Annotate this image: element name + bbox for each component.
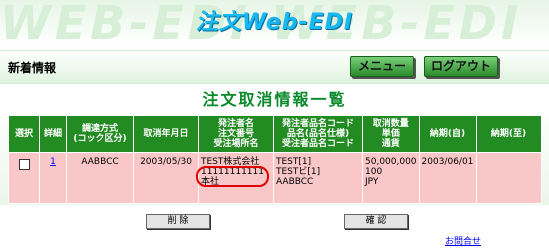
procurement-cell: AABBCC	[66, 152, 134, 204]
header-banner: WEB-EDI WEB-EDI 注文Web-EDI	[0, 0, 549, 44]
header-procurement: 調達方式 (コック区分)	[66, 115, 134, 153]
app-title: 注文Web-EDI	[195, 10, 354, 35]
cancel-quantity: 50,000,000	[365, 157, 417, 167]
unit-price: 100	[365, 167, 383, 177]
table-row: 1 AABBCC 2003/05/30 TEST株式会社 11111111111…	[8, 152, 542, 204]
section-label: 新着情報	[8, 61, 57, 75]
header-product-line1: 発注者品名コード	[281, 119, 354, 129]
menu-button[interactable]: メニュー	[350, 56, 414, 77]
confirm-button[interactable]: 確 認	[344, 214, 408, 229]
header-orderer-line2: 注文番号	[217, 129, 254, 139]
header-detail: 詳細	[39, 115, 67, 153]
detail-cell: 1	[39, 152, 67, 204]
receiver-product-code: AABBCC	[276, 177, 314, 187]
select-cell	[8, 152, 40, 204]
header-procurement-line1: 調達方式	[81, 124, 118, 134]
header-qty-line1: 取消数量	[372, 119, 409, 129]
cancel-date-cell: 2003/05/30	[133, 152, 199, 204]
header-qty-line3: 通貨	[381, 139, 400, 149]
delete-button[interactable]: 削 除	[146, 214, 210, 229]
receiving-place: 本社	[201, 177, 220, 187]
header-qty-line2: 単価	[381, 129, 400, 139]
delivery-to-cell	[475, 152, 542, 204]
product-cell: TEST[1] TESTビ[1] AABBCC	[273, 152, 363, 204]
orderer-cell: TEST株式会社 11111111111 本社	[198, 152, 274, 204]
row-select-checkbox[interactable]	[18, 159, 30, 170]
currency: JPY	[365, 177, 379, 187]
header-product-line2: 品名(品名仕様)	[286, 129, 350, 139]
table-header-row: 選択 詳細 調達方式 (コック区分) 取消年月日 発注者名 注文番号 受注場所名…	[8, 115, 542, 153]
quantity-cell: 50,000,000 100 JPY	[362, 152, 420, 204]
detail-link[interactable]: 1	[50, 157, 56, 167]
header-cancel-date: 取消年月日	[133, 115, 199, 153]
header-orderer: 発注者名 注文番号 受注場所名	[198, 115, 274, 153]
header-delivery-from: 納期(自)	[418, 115, 477, 153]
header-quantity: 取消数量 単価 通貨	[362, 115, 420, 153]
contact-link[interactable]: お問合せ	[445, 234, 481, 247]
product-code: TEST[1]	[276, 157, 312, 167]
header-select: 選択	[8, 115, 40, 153]
navigation-bar: 新着情報 メニュー ログアウト	[0, 50, 549, 84]
header-product: 発注者品名コード 品名(品名仕様) 受注者品名コード	[273, 115, 363, 153]
header-orderer-line1: 発注者名	[217, 119, 254, 129]
cancellation-table: 選択 詳細 調達方式 (コック区分) 取消年月日 発注者名 注文番号 受注場所名…	[8, 115, 542, 204]
delivery-from-cell: 2003/06/01	[418, 152, 477, 204]
header-delivery-to: 納期(至)	[475, 115, 542, 153]
header-procurement-line2: (コック区分)	[73, 134, 127, 144]
product-name: TESTビ[1]	[276, 167, 321, 177]
order-number: 11111111111	[201, 167, 264, 177]
header-product-line3: 受注者品名コード	[281, 139, 354, 149]
logout-button[interactable]: ログアウト	[424, 56, 498, 77]
header-orderer-line3: 受注場所名	[213, 139, 259, 149]
table-area: EDI 選択 詳細 調達方式 (コック区分) 取消年月日 発注者名 注文番号 受…	[0, 107, 549, 205]
orderer-name: TEST株式会社	[201, 157, 260, 167]
